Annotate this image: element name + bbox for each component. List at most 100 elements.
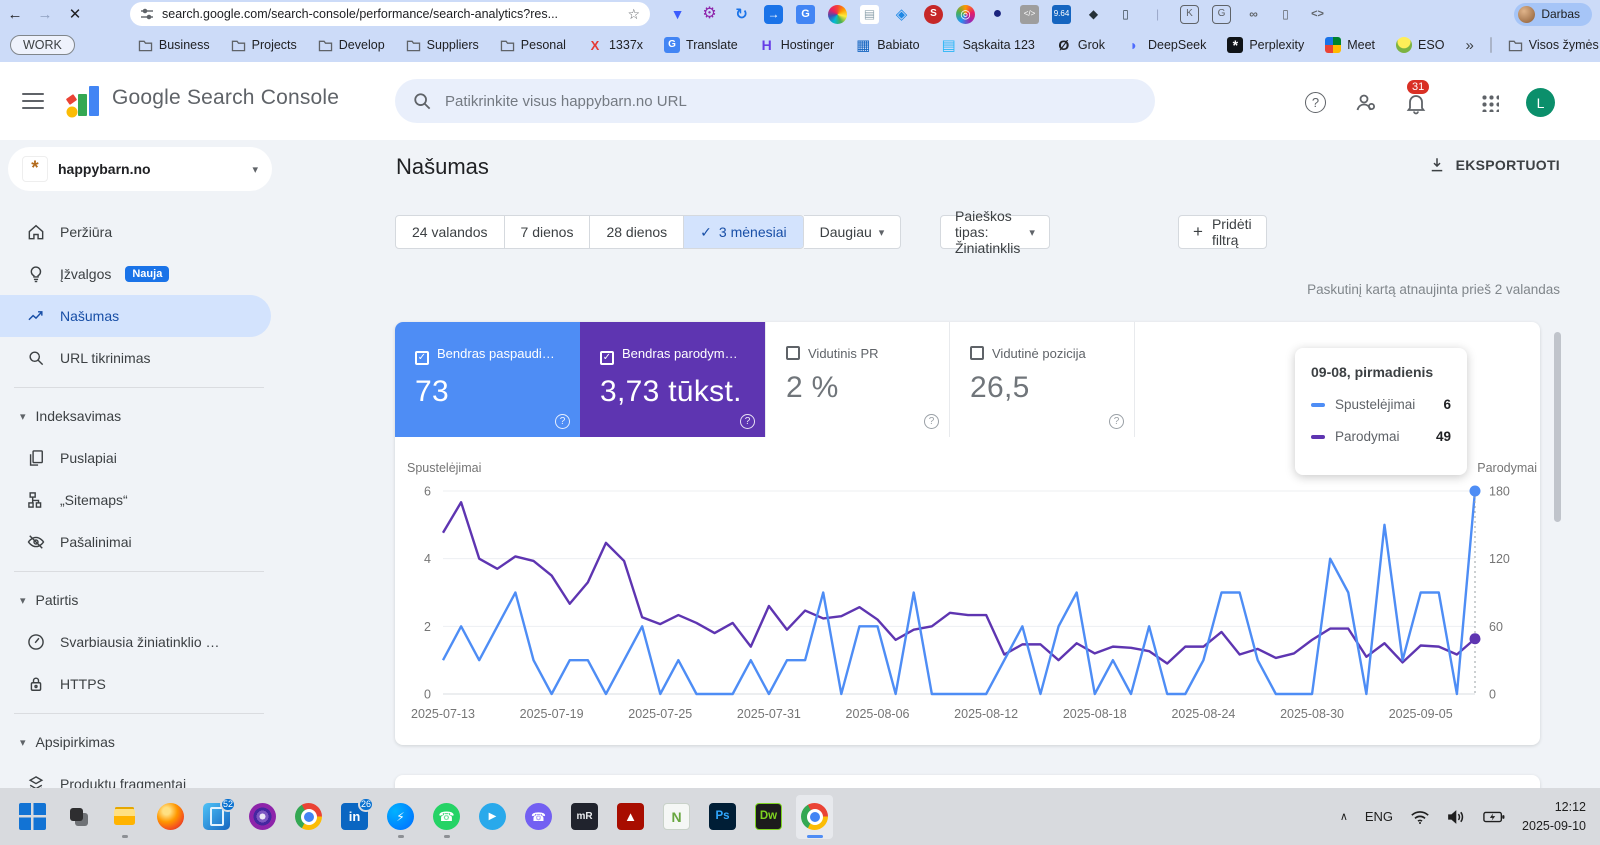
- sidebar-item-product-snippets[interactable]: Produktų fragmentai: [0, 763, 280, 788]
- sidebar-item-overview[interactable]: Peržiūra: [0, 211, 280, 253]
- translate-extension-icon[interactable]: G: [796, 4, 815, 24]
- bookmark-item[interactable]: G Translate: [664, 37, 738, 53]
- bookmark-item[interactable]: Suppliers: [406, 38, 479, 52]
- forward-button[interactable]: →: [30, 6, 60, 23]
- help-icon[interactable]: ?: [1109, 414, 1124, 429]
- average-ctr-tile[interactable]: Vidutinis PR 2 % ?: [765, 322, 950, 437]
- back-button[interactable]: ←: [0, 6, 30, 23]
- tag-extension-icon[interactable]: ◈: [892, 5, 911, 24]
- browser-profile-chip[interactable]: Darbas: [1514, 2, 1592, 26]
- page-scrollbar[interactable]: [1552, 324, 1562, 784]
- gear-extension-icon[interactable]: ⚙: [700, 5, 719, 24]
- messenger-icon[interactable]: ⚡: [382, 795, 419, 839]
- sidebar-item-url-inspection[interactable]: URL tikrinimas: [0, 337, 280, 379]
- site-settings-icon[interactable]: [140, 7, 154, 21]
- pen-extension-icon[interactable]: ◆: [1084, 5, 1103, 24]
- bookmark-item[interactable]: Pesonal: [500, 38, 566, 52]
- notepad-plus-plus-icon[interactable]: N: [658, 795, 695, 839]
- color-wheel-extension-icon[interactable]: [828, 4, 847, 24]
- sidebar-section-shopping[interactable]: ▾ Apsipirkimas: [0, 721, 280, 763]
- linkedin-icon[interactable]: in 26: [336, 795, 374, 839]
- viber-icon[interactable]: ☎: [520, 795, 557, 839]
- notes-extension-icon[interactable]: ▤: [860, 4, 879, 24]
- whatsapp-icon[interactable]: ☎: [428, 795, 465, 839]
- seoquake-extension-icon[interactable]: 9.64: [1052, 4, 1071, 24]
- performance-chart[interactable]: 0 0 2 60 4 120 6 180 Spustelėjimai Parodymai 2025-…: [395, 441, 1540, 741]
- bookmark-item[interactable]: Develop: [318, 38, 385, 52]
- wifi-icon[interactable]: [1410, 809, 1430, 825]
- menu-hamburger-icon[interactable]: [22, 93, 44, 109]
- photoshop-icon[interactable]: Ps: [704, 795, 741, 839]
- brackets-extension-icon[interactable]: <>: [1308, 5, 1327, 24]
- bookmark-item[interactable]: X 1337x: [587, 37, 643, 53]
- battery-icon[interactable]: [1483, 810, 1505, 824]
- bookmark-item[interactable]: H Hostinger: [759, 37, 835, 53]
- language-indicator[interactable]: ENG: [1365, 809, 1393, 824]
- tray-chevron-icon[interactable]: ∧: [1340, 810, 1348, 823]
- date-range-option[interactable]: 7 dienos: [505, 216, 591, 248]
- help-icon[interactable]: ?: [1305, 92, 1326, 113]
- toolbar-separator[interactable]: |: [1148, 5, 1167, 24]
- property-selector[interactable]: * happybarn.no ▾: [8, 147, 272, 191]
- date-range-option[interactable]: 28 dienos: [590, 216, 685, 248]
- search-type-filter[interactable]: Paieškos tipas: Žiniatinklis ▾: [940, 208, 1050, 256]
- mremoteng-icon[interactable]: mR: [566, 795, 603, 839]
- google-apps-grid-icon[interactable]: [1481, 94, 1499, 112]
- address-bar[interactable]: search.google.com/search-console/perform…: [130, 2, 650, 26]
- sidebar-item-pages[interactable]: Puslapiai: [0, 437, 280, 479]
- bookmarks-overflow-chevron[interactable]: »: [1465, 37, 1473, 54]
- help-icon[interactable]: ?: [555, 414, 570, 429]
- sidebar-item-sitemaps[interactable]: „Sitemaps“: [0, 479, 280, 521]
- export-button[interactable]: EKSPORTUOTI: [1428, 156, 1560, 174]
- link-extension-icon[interactable]: ∞: [1244, 5, 1263, 24]
- chrome-icon[interactable]: [290, 795, 327, 839]
- sidebar-item-insights[interactable]: Įžvalgos Nauja: [0, 253, 280, 295]
- sidebar-section-experience[interactable]: ▾ Patirtis: [0, 579, 280, 621]
- volume-icon[interactable]: [1447, 809, 1466, 825]
- map-pin-extension-icon[interactable]: ▼: [668, 5, 687, 24]
- checkbox-unchecked-icon[interactable]: [970, 346, 984, 360]
- bookmark-item[interactable]: ◗ DeepSeek: [1126, 37, 1207, 53]
- acrobat-icon[interactable]: ▲: [612, 795, 649, 839]
- stop-button[interactable]: ✕: [60, 5, 90, 23]
- bookmark-item[interactable]: Ø Grok: [1056, 37, 1105, 53]
- lens-extension-icon[interactable]: ◎: [956, 4, 975, 24]
- sidebar-section-indexing[interactable]: ▾ Indeksavimas: [0, 395, 280, 437]
- total-impressions-tile[interactable]: ✓ Bendras parodym… 3,73 tūkst. ?: [580, 322, 765, 437]
- date-range-option[interactable]: ✓ 3 mėnesiai: [684, 216, 803, 248]
- phone-link-icon[interactable]: 52: [198, 795, 236, 839]
- start-button[interactable]: [14, 795, 51, 839]
- dreamweaver-icon[interactable]: Dw: [750, 795, 787, 839]
- clipboard-extension-icon[interactable]: ▯: [1116, 5, 1135, 24]
- bookmark-item[interactable]: ESO: [1396, 37, 1444, 53]
- sidebar-item-https[interactable]: HTTPS: [0, 663, 280, 705]
- bookmark-item[interactable]: ▤ Sąskaita 123: [941, 37, 1035, 53]
- date-range-more-button[interactable]: Daugiau ▾: [803, 215, 902, 249]
- url-inspect-search[interactable]: Patikrinkite visus happybarn.no URL: [395, 79, 1155, 123]
- tab-arrow-extension-icon[interactable]: →: [764, 4, 783, 24]
- telegram-icon[interactable]: ▶: [474, 795, 511, 839]
- file-explorer-icon[interactable]: [106, 795, 143, 839]
- date-range-option[interactable]: 24 valandos: [396, 216, 505, 248]
- help-icon[interactable]: ?: [924, 414, 939, 429]
- all-bookmarks-button[interactable]: Visos žymės: [1508, 38, 1599, 52]
- firefox-icon[interactable]: [152, 795, 189, 839]
- help-icon[interactable]: ?: [740, 414, 755, 429]
- checkbox-checked-icon[interactable]: ✓: [415, 350, 429, 365]
- trash-extension-icon[interactable]: ▯: [1276, 5, 1295, 24]
- tor-browser-icon[interactable]: [244, 795, 281, 839]
- task-view-button[interactable]: [60, 795, 97, 839]
- bookmark-item[interactable]: ▦ Babiato: [855, 37, 920, 53]
- bookmark-item[interactable]: Business: [138, 38, 210, 52]
- checkbox-unchecked-icon[interactable]: [786, 346, 800, 360]
- sphere-extension-icon[interactable]: ●: [988, 5, 1007, 24]
- bookmark-item[interactable]: Projects: [231, 38, 297, 52]
- bookmark-item[interactable]: * Perplexity: [1227, 37, 1304, 53]
- total-clicks-tile[interactable]: ✓ Bendras paspaudi… 73 ?: [395, 322, 580, 437]
- page-translate-extension-icon[interactable]: G: [1212, 4, 1231, 24]
- sidebar-item-removals[interactable]: Pašalinimai: [0, 521, 280, 563]
- chrome-active-icon[interactable]: [796, 794, 833, 839]
- user-settings-icon[interactable]: [1353, 90, 1379, 116]
- key-extension-icon[interactable]: K: [1180, 4, 1199, 24]
- code-extension-icon[interactable]: </>: [1020, 4, 1039, 24]
